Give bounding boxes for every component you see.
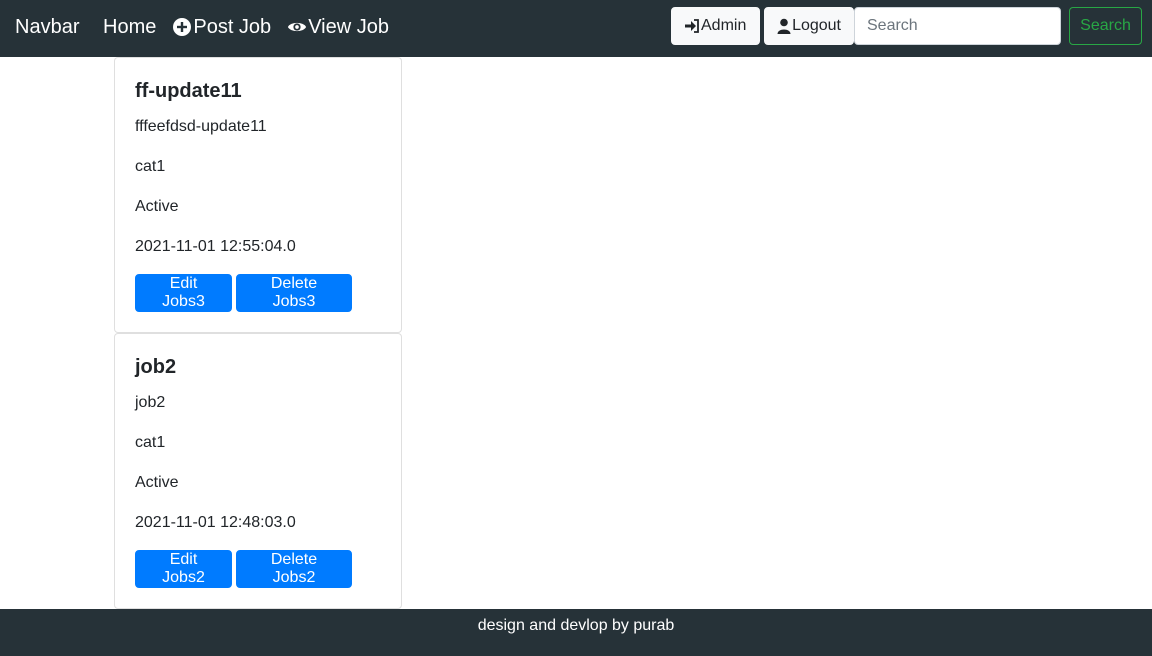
edit-job-button[interactable]: Edit Jobs2 bbox=[135, 550, 232, 588]
delete-job-button[interactable]: Delete Jobs2 bbox=[236, 550, 352, 588]
search-button[interactable]: Search bbox=[1069, 7, 1142, 45]
nav-link-view-job-label: View Job bbox=[308, 16, 389, 38]
logout-button-label: Logout bbox=[792, 17, 841, 34]
footer: design and devlop by purab bbox=[0, 609, 1152, 656]
logout-button[interactable]: Logout bbox=[764, 7, 854, 45]
job-status: Active bbox=[135, 198, 179, 215]
edit-job-button[interactable]: Edit Jobs3 bbox=[135, 274, 232, 312]
nav-link-home[interactable]: Home bbox=[103, 14, 156, 40]
job-description: fffeefdsd-update11 bbox=[135, 118, 267, 135]
user-icon bbox=[777, 18, 791, 34]
job-status: Active bbox=[135, 474, 179, 491]
nav-link-post-job[interactable]: Post Job bbox=[172, 14, 271, 40]
job-description: job2 bbox=[135, 394, 166, 411]
nav-link-home-label: Home bbox=[103, 16, 157, 38]
nav-link-view-job[interactable]: View Job bbox=[287, 14, 389, 40]
eye-icon bbox=[287, 17, 307, 37]
navbar-brand[interactable]: Navbar bbox=[15, 14, 79, 40]
job-category: cat1 bbox=[135, 434, 166, 451]
nav-links: Home Post Job View Job bbox=[103, 14, 405, 40]
job-actions: Edit Jobs3 Delete Jobs3 bbox=[135, 274, 352, 312]
job-actions: Edit Jobs2 Delete Jobs2 bbox=[135, 550, 352, 588]
job-title: job2 bbox=[135, 356, 177, 378]
nav-link-post-job-label: Post Job bbox=[193, 16, 272, 38]
sign-in-icon bbox=[684, 18, 700, 34]
job-date: 2021-11-01 12:55:04.0 bbox=[135, 238, 296, 255]
job-category: cat1 bbox=[135, 158, 166, 175]
admin-button-label: Admin bbox=[701, 17, 747, 34]
plus-circle-icon bbox=[172, 17, 192, 37]
job-card: job2 job2 cat1 Active 2021-11-01 12:48:0… bbox=[114, 333, 402, 609]
job-card: ff-update11 fffeefdsd-update11 cat1 Acti… bbox=[114, 57, 402, 333]
admin-button[interactable]: Admin bbox=[671, 7, 760, 45]
nav-right: Admin Logout Search bbox=[671, 7, 1142, 45]
footer-text: design and devlop by purab bbox=[477, 617, 675, 634]
delete-job-button[interactable]: Delete Jobs3 bbox=[236, 274, 352, 312]
job-date: 2021-11-01 12:48:03.0 bbox=[135, 514, 296, 531]
search-input[interactable] bbox=[854, 7, 1061, 45]
navbar: Navbar Home Post Job View Job Admin Logo… bbox=[0, 0, 1152, 57]
job-title: ff-update11 bbox=[135, 80, 242, 102]
